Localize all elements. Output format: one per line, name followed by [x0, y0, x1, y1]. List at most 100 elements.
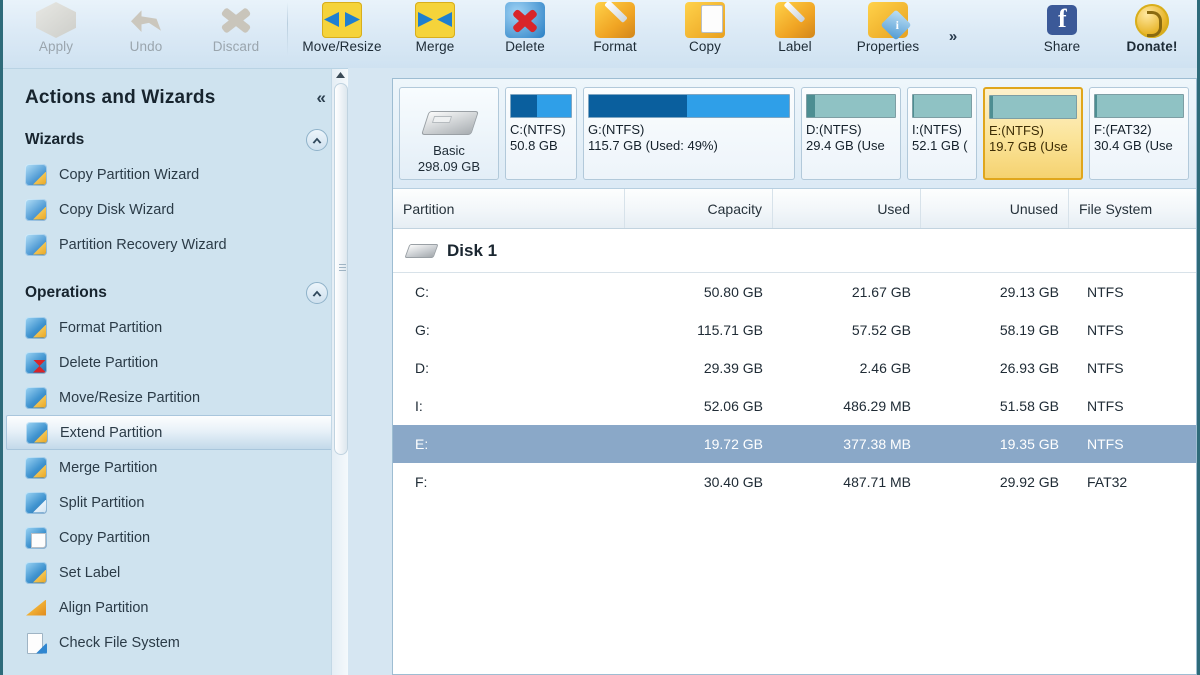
- cell-partition: G:: [415, 322, 430, 338]
- sidebar-scroll-thumb[interactable]: [334, 83, 348, 455]
- sidebar-item-set-label[interactable]: Set Label: [3, 555, 348, 590]
- sidebar-item-align-partition[interactable]: Align Partition: [3, 590, 348, 625]
- label-icon: [775, 2, 815, 38]
- disk-map-block-e[interactable]: E:(NTFS) 19.7 GB (Use: [983, 87, 1083, 180]
- sidebar-item-label: Copy Partition: [59, 529, 151, 546]
- sidebar-scrollbar[interactable]: [331, 69, 348, 675]
- cell-used: 487.71 MB: [843, 474, 911, 490]
- table-row[interactable]: I: 52.06 GB 486.29 MB 51.58 GB NTFS: [393, 387, 1196, 425]
- sidebar-item-merge-partition[interactable]: Merge Partition: [3, 450, 348, 485]
- disk-group-label: Disk 1: [447, 240, 498, 260]
- toolbar-button-delete[interactable]: Delete: [480, 0, 570, 66]
- sidebar-group-header-wizards[interactable]: Wizards: [3, 129, 348, 151]
- block-name-label: D:(NTFS): [806, 122, 862, 137]
- cell-unused: 19.35 GB: [999, 436, 1059, 452]
- cell-capacity: 19.72 GB: [703, 436, 763, 452]
- sidebar-item-delete-partition[interactable]: Delete Partition: [3, 345, 348, 380]
- sidebar-item-format-partition[interactable]: Format Partition: [3, 310, 348, 345]
- block-name-label: I:(NTFS): [912, 122, 962, 137]
- column-header-file-system[interactable]: File System: [1069, 189, 1194, 228]
- toolbar-button-share[interactable]: Share: [1017, 0, 1107, 66]
- cell-file-system: NTFS: [1087, 322, 1124, 338]
- partition-action-icon: [25, 198, 47, 221]
- sidebar-item-move-resize-partition[interactable]: Move/Resize Partition: [3, 380, 348, 415]
- sidebar-item-label: Split Partition: [59, 494, 145, 511]
- disk-map-block-i[interactable]: I:(NTFS) 52.1 GB (: [907, 87, 977, 180]
- cell-capacity: 50.80 GB: [703, 284, 763, 300]
- toolbar-button-merge[interactable]: Merge: [390, 0, 480, 66]
- partition-action-icon: [25, 351, 47, 374]
- sidebar-item-copy-partition[interactable]: Copy Partition: [3, 520, 348, 555]
- table-row[interactable]: F: 30.40 GB 487.71 MB 29.92 GB FAT32: [393, 463, 1196, 501]
- disk-map-block-d[interactable]: D:(NTFS) 29.4 GB (Use: [801, 87, 901, 180]
- chevron-up-icon[interactable]: [306, 129, 328, 151]
- apply-icon: [36, 2, 76, 38]
- sidebar-item-split-partition[interactable]: Split Partition: [3, 485, 348, 520]
- toolbar-button-label: Apply: [38, 39, 74, 54]
- sidebar-title-row: Actions and Wizards «: [3, 69, 348, 109]
- merge-icon: [415, 2, 455, 38]
- partition-action-icon: [25, 491, 47, 514]
- cell-unused: 58.19 GB: [999, 322, 1059, 338]
- block-size-label: 19.7 GB (Use: [989, 139, 1068, 154]
- sidebar-group-title: Wizards: [25, 131, 85, 148]
- column-header-used[interactable]: Used: [773, 189, 921, 228]
- table-row[interactable]: E: 19.72 GB 377.38 MB 19.35 GB NTFS: [393, 425, 1196, 463]
- toolbar-button-label: Donate!: [1126, 39, 1178, 54]
- toolbar-button-discard: Discard: [191, 0, 281, 66]
- toolbar-button-properties[interactable]: Properties: [840, 0, 936, 66]
- usage-bar: [806, 94, 896, 118]
- toolbar-button-format[interactable]: Format: [570, 0, 660, 66]
- usage-bar: [1094, 94, 1184, 118]
- disk-summary-block[interactable]: Basic 298.09 GB: [399, 87, 499, 180]
- sidebar-item-copy-disk-wizard[interactable]: Copy Disk Wizard: [3, 192, 348, 227]
- table-row[interactable]: G: 115.71 GB 57.52 GB 58.19 GB NTFS: [393, 311, 1196, 349]
- toolbar-separator: [287, 2, 288, 56]
- sidebar-item-check-file-system[interactable]: Check File System: [3, 625, 348, 660]
- cell-partition: D:: [415, 360, 429, 376]
- chevron-up-icon[interactable]: [306, 282, 328, 304]
- column-header-partition[interactable]: Partition: [393, 189, 625, 228]
- toolbar-button-donate[interactable]: Donate!: [1107, 0, 1197, 66]
- toolbar-button-copy[interactable]: Copy: [660, 0, 750, 66]
- block-size-label: 115.7 GB (Used: 49%): [588, 138, 718, 153]
- disk-group-row[interactable]: Disk 1: [393, 229, 1196, 273]
- sidebar-item-label: Move/Resize Partition: [59, 389, 201, 406]
- sidebar-list-wizards: Copy Partition Wizard Copy Disk Wizard Par…: [3, 157, 348, 262]
- cell-used: 2.46 GB: [859, 360, 911, 376]
- disk-type-label: Basic: [433, 143, 465, 158]
- toolbar-button-move-resize[interactable]: Move/Resize: [294, 0, 390, 66]
- disk-size-label: 298.09 GB: [417, 159, 481, 174]
- column-header-capacity[interactable]: Capacity: [625, 189, 773, 228]
- toolbar-button-label: Label: [778, 39, 812, 54]
- table-row[interactable]: D: 29.39 GB 2.46 GB 26.93 GB NTFS: [393, 349, 1196, 387]
- partition-action-icon: [25, 163, 47, 186]
- discard-icon: [216, 2, 256, 38]
- toolbar-button-label[interactable]: Label: [750, 0, 840, 66]
- sidebar-item-extend-partition[interactable]: Extend Partition: [6, 415, 345, 450]
- sidebar-title: Actions and Wizards: [25, 87, 216, 108]
- toolbar-overflow-icon[interactable]: »: [936, 0, 970, 66]
- disk-map-block-c[interactable]: C:(NTFS) 50.8 GB: [505, 87, 577, 180]
- disk-map-block-g[interactable]: G:(NTFS) 115.7 GB (Used: 49%): [583, 87, 795, 180]
- partition-manager-window: Apply Undo Discard Move/Resize Merge Delete Fo…: [0, 0, 1200, 675]
- cell-unused: 26.93 GB: [999, 360, 1059, 376]
- sidebar-collapse-icon[interactable]: «: [317, 88, 326, 108]
- sidebar-item-label: Align Partition: [59, 599, 149, 616]
- cell-capacity: 52.06 GB: [703, 398, 763, 414]
- scroll-up-arrow-icon[interactable]: [332, 69, 349, 81]
- sidebar-item-partition-recovery-wizard[interactable]: Partition Recovery Wizard: [3, 227, 348, 262]
- partition-blocks: C:(NTFS) 50.8 GB G:(NTFS) 115.7 GB (Used: 4…: [505, 87, 1190, 180]
- sidebar-item-copy-partition-wizard[interactable]: Copy Partition Wizard: [3, 157, 348, 192]
- disk-map-block-f[interactable]: F:(FAT32) 30.4 GB (Use: [1089, 87, 1189, 180]
- sidebar-group-header-operations[interactable]: Operations: [3, 282, 348, 304]
- scroll-thumb-grip-icon: [339, 264, 346, 272]
- table-row[interactable]: C: 50.80 GB 21.67 GB 29.13 GB NTFS: [393, 273, 1196, 311]
- sidebar-item-label: Delete Partition: [59, 354, 159, 371]
- format-icon: [595, 2, 635, 38]
- cell-used: 377.38 MB: [843, 436, 911, 452]
- sidebar-groups: Wizards Copy Partition Wizard Copy Disk Wi…: [3, 129, 348, 660]
- column-header-unused[interactable]: Unused: [921, 189, 1069, 228]
- partition-action-icon: [26, 421, 48, 444]
- cell-file-system: FAT32: [1087, 474, 1128, 490]
